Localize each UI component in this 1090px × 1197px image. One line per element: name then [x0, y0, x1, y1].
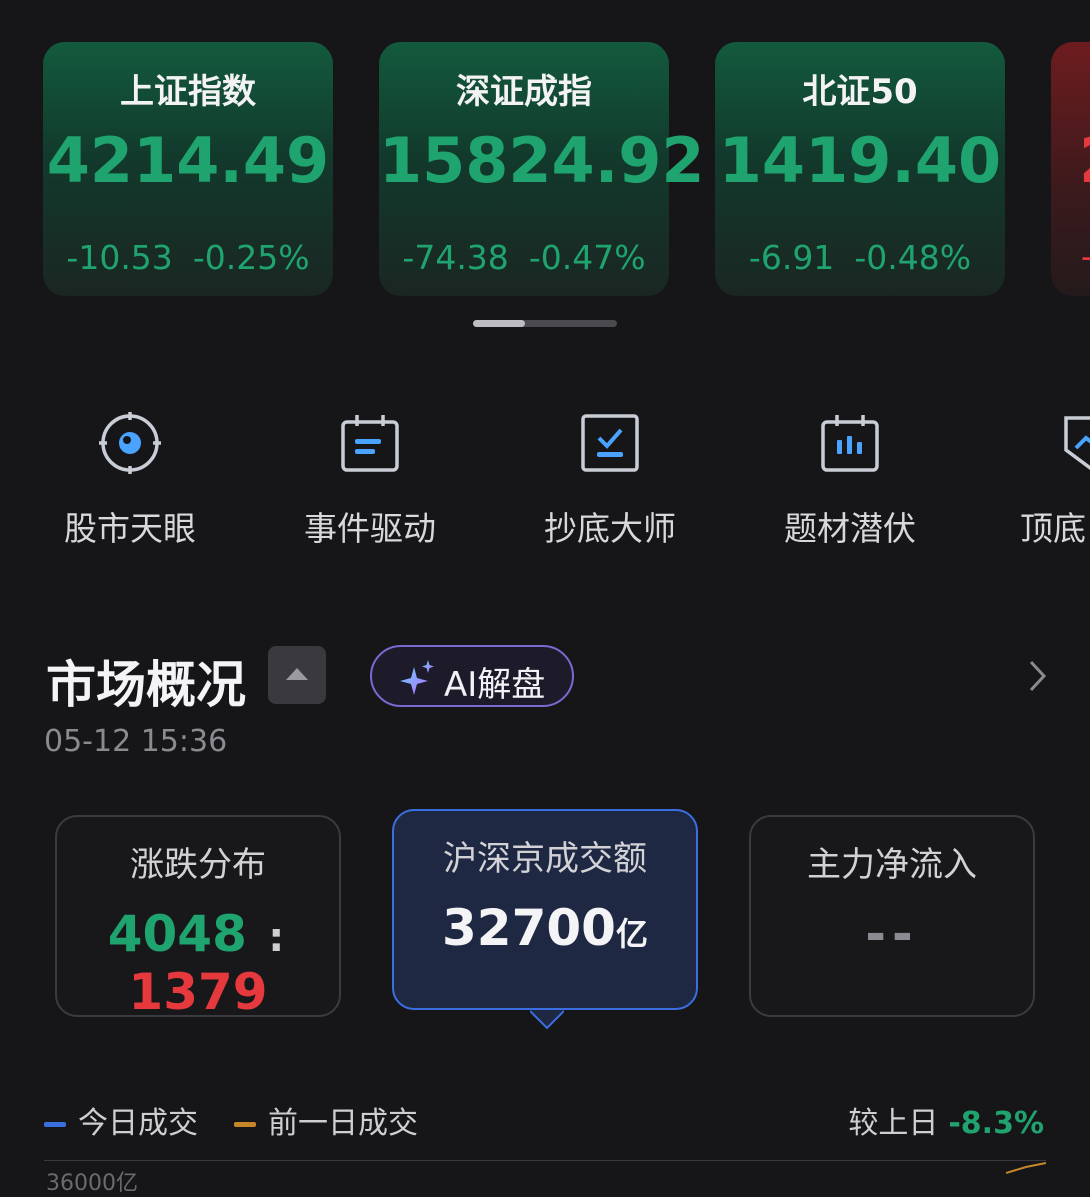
card-pointer-icon [530, 1010, 564, 1030]
collapse-button[interactable] [268, 646, 326, 704]
ai-analysis-button[interactable]: AI解盘 [370, 645, 574, 707]
index-change-value: + [1079, 238, 1090, 277]
legend-prev: 前一日成交 [234, 1098, 418, 1142]
feature-label: 题材潜伏 [784, 509, 916, 548]
feature-ticai-qianfu[interactable]: 题材潜伏 [750, 410, 950, 550]
index-name: 深证成指 [456, 72, 592, 112]
market-overview-title: 市场概况 [46, 656, 246, 714]
turnover-number: 32700 [442, 899, 616, 957]
compare-label: 较上日 [848, 1106, 939, 1141]
index-change: -6.91 -0.48% [715, 238, 1005, 277]
legend-prev-label: 前一日成交 [268, 1106, 418, 1141]
eye-target-icon [97, 410, 163, 476]
feature-gushi-tianyan[interactable]: 股市天眼 [30, 410, 230, 550]
index-price: 15824.92 [379, 124, 705, 197]
carousel-scroll-thumb[interactable] [473, 320, 525, 327]
index-change-value: -6.91 [748, 238, 835, 277]
fall-count: 1379 [128, 963, 268, 1021]
index-card-shanghai[interactable]: 上证指数 4214.49 -10.53 -0.25% [43, 42, 333, 296]
compare-pct: -8.3% [948, 1106, 1044, 1141]
shield-chart-icon [1060, 410, 1090, 476]
feature-label: 股市天眼 [64, 509, 196, 548]
legend-prev-swatch [234, 1122, 256, 1127]
rise-fall-card[interactable]: 涨跌分布 4048 : 1379 [55, 815, 341, 1021]
net-inflow-value: -- [865, 905, 919, 963]
index-price: 1419.40 [718, 124, 1002, 197]
index-price: 2 [1079, 124, 1090, 197]
chevron-right-icon[interactable] [1022, 656, 1052, 696]
ai-analysis-label: AI解盘 [444, 665, 546, 705]
index-card-beijing50[interactable]: 北证50 1419.40 -6.91 -0.48% [715, 42, 1005, 296]
triangle-up-icon [286, 668, 308, 680]
ratio-separator: : [268, 915, 285, 961]
index-change: -10.53 -0.25% [43, 238, 333, 277]
index-change: -74.38 -0.47% [379, 238, 669, 277]
legend-today-swatch [44, 1122, 66, 1127]
index-card-shenzhen[interactable]: 深证成指 15824.92 -74.38 -0.47% [379, 42, 705, 296]
sparkle-icon [400, 660, 434, 695]
index-name: 上证指数 [120, 72, 256, 112]
feature-dingdi[interactable]: 顶底 [990, 410, 1090, 550]
turnover-value: 32700亿 [394, 899, 696, 957]
stat-label: 主力净流入 [807, 845, 977, 885]
turnover-chart: 36000亿 [44, 1160, 1046, 1196]
feature-label: 事件驱动 [304, 509, 436, 548]
index-name: 北证50 [802, 72, 918, 112]
feature-shijian-qudong[interactable]: 事件驱动 [270, 410, 470, 550]
checkbox-chart-icon [577, 410, 643, 476]
index-change-pct: -0.25% [192, 238, 310, 277]
rise-fall-ratio: 4048 : 1379 [57, 905, 339, 1021]
stat-label: 涨跌分布 [130, 845, 266, 885]
index-change-value: -10.53 [66, 238, 173, 277]
main-net-inflow-card[interactable]: 主力净流入 -- [749, 815, 1035, 1017]
legend-today-label: 今日成交 [78, 1106, 198, 1141]
index-change-value: -74.38 [402, 238, 509, 277]
feature-chaodi-dashi[interactable]: 抄底大师 [510, 410, 710, 550]
turnover-card[interactable]: 沪深京成交额 32700亿 [392, 809, 698, 1030]
calendar-event-icon [337, 410, 403, 476]
index-change-pct: -0.47% [528, 238, 646, 277]
legend-today: 今日成交 [44, 1098, 198, 1142]
chart-line-prev [1006, 1162, 1046, 1174]
index-change-pct: -0.48% [854, 238, 972, 277]
rise-count: 4048 [107, 905, 247, 963]
feature-label: 抄底大师 [544, 509, 676, 548]
index-price: 4214.49 [46, 124, 330, 197]
market-timestamp: 05-12 15:36 [44, 724, 228, 759]
stat-label: 沪深京成交额 [443, 839, 647, 879]
compare-previous-day: 较上日 -8.3% [848, 1098, 1044, 1142]
calendar-candles-icon [817, 410, 883, 476]
chart-axis-label: 36000亿 [46, 1171, 138, 1196]
turnover-unit: 亿 [615, 915, 648, 953]
index-card-partial[interactable]: 2 + [1051, 42, 1090, 296]
feature-label: 顶底 [1020, 509, 1086, 548]
